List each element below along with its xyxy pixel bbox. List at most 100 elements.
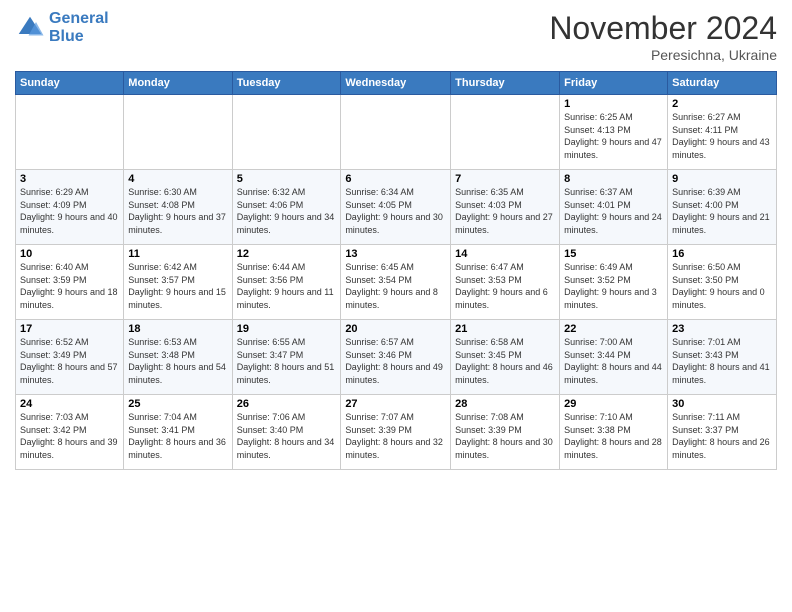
calendar-cell: 21Sunrise: 6:58 AM Sunset: 3:45 PM Dayli…: [451, 320, 560, 395]
calendar-cell: 26Sunrise: 7:06 AM Sunset: 3:40 PM Dayli…: [232, 395, 341, 470]
day-info: Sunrise: 7:10 AM Sunset: 3:38 PM Dayligh…: [564, 411, 663, 461]
day-info: Sunrise: 7:03 AM Sunset: 3:42 PM Dayligh…: [20, 411, 119, 461]
day-number: 6: [345, 173, 446, 185]
day-number: 2: [672, 98, 772, 110]
calendar-cell: 7Sunrise: 6:35 AM Sunset: 4:03 PM Daylig…: [451, 170, 560, 245]
day-number: 20: [345, 323, 446, 335]
calendar-cell: 11Sunrise: 6:42 AM Sunset: 3:57 PM Dayli…: [124, 245, 232, 320]
calendar-cell: 13Sunrise: 6:45 AM Sunset: 3:54 PM Dayli…: [341, 245, 451, 320]
day-number: 18: [128, 323, 227, 335]
day-number: 1: [564, 98, 663, 110]
calendar-cell: 18Sunrise: 6:53 AM Sunset: 3:48 PM Dayli…: [124, 320, 232, 395]
day-info: Sunrise: 6:29 AM Sunset: 4:09 PM Dayligh…: [20, 186, 119, 236]
day-info: Sunrise: 6:37 AM Sunset: 4:01 PM Dayligh…: [564, 186, 663, 236]
calendar-cell: [451, 95, 560, 170]
header: General Blue November 2024 Peresichna, U…: [15, 10, 777, 63]
day-info: Sunrise: 6:57 AM Sunset: 3:46 PM Dayligh…: [345, 336, 446, 386]
day-number: 15: [564, 248, 663, 260]
month-title: November 2024: [549, 10, 777, 47]
calendar-cell: 3Sunrise: 6:29 AM Sunset: 4:09 PM Daylig…: [16, 170, 124, 245]
calendar-cell: [16, 95, 124, 170]
calendar-week-1: 3Sunrise: 6:29 AM Sunset: 4:09 PM Daylig…: [16, 170, 777, 245]
day-number: 3: [20, 173, 119, 185]
day-info: Sunrise: 6:39 AM Sunset: 4:00 PM Dayligh…: [672, 186, 772, 236]
title-block: November 2024 Peresichna, Ukraine: [549, 10, 777, 63]
calendar-cell: 12Sunrise: 6:44 AM Sunset: 3:56 PM Dayli…: [232, 245, 341, 320]
day-info: Sunrise: 6:58 AM Sunset: 3:45 PM Dayligh…: [455, 336, 555, 386]
logo: General Blue: [15, 10, 109, 45]
calendar-week-2: 10Sunrise: 6:40 AM Sunset: 3:59 PM Dayli…: [16, 245, 777, 320]
calendar-cell: 9Sunrise: 6:39 AM Sunset: 4:00 PM Daylig…: [668, 170, 777, 245]
calendar-cell: 30Sunrise: 7:11 AM Sunset: 3:37 PM Dayli…: [668, 395, 777, 470]
day-number: 26: [237, 398, 337, 410]
page: General Blue November 2024 Peresichna, U…: [0, 0, 792, 612]
day-number: 11: [128, 248, 227, 260]
day-info: Sunrise: 6:50 AM Sunset: 3:50 PM Dayligh…: [672, 261, 772, 311]
day-number: 9: [672, 173, 772, 185]
calendar-cell: 25Sunrise: 7:04 AM Sunset: 3:41 PM Dayli…: [124, 395, 232, 470]
day-info: Sunrise: 7:06 AM Sunset: 3:40 PM Dayligh…: [237, 411, 337, 461]
calendar: Sunday Monday Tuesday Wednesday Thursday…: [15, 71, 777, 470]
day-number: 28: [455, 398, 555, 410]
calendar-cell: 22Sunrise: 7:00 AM Sunset: 3:44 PM Dayli…: [560, 320, 668, 395]
day-info: Sunrise: 6:25 AM Sunset: 4:13 PM Dayligh…: [564, 111, 663, 161]
day-number: 17: [20, 323, 119, 335]
day-number: 24: [20, 398, 119, 410]
day-info: Sunrise: 7:04 AM Sunset: 3:41 PM Dayligh…: [128, 411, 227, 461]
day-info: Sunrise: 6:55 AM Sunset: 3:47 PM Dayligh…: [237, 336, 337, 386]
day-number: 12: [237, 248, 337, 260]
day-info: Sunrise: 7:08 AM Sunset: 3:39 PM Dayligh…: [455, 411, 555, 461]
logo-line2: Blue: [49, 28, 84, 45]
calendar-cell: 20Sunrise: 6:57 AM Sunset: 3:46 PM Dayli…: [341, 320, 451, 395]
day-info: Sunrise: 6:53 AM Sunset: 3:48 PM Dayligh…: [128, 336, 227, 386]
calendar-cell: 23Sunrise: 7:01 AM Sunset: 3:43 PM Dayli…: [668, 320, 777, 395]
header-saturday: Saturday: [668, 72, 777, 95]
day-number: 14: [455, 248, 555, 260]
day-info: Sunrise: 6:27 AM Sunset: 4:11 PM Dayligh…: [672, 111, 772, 161]
header-thursday: Thursday: [451, 72, 560, 95]
day-number: 13: [345, 248, 446, 260]
calendar-cell: 8Sunrise: 6:37 AM Sunset: 4:01 PM Daylig…: [560, 170, 668, 245]
calendar-week-4: 24Sunrise: 7:03 AM Sunset: 3:42 PM Dayli…: [16, 395, 777, 470]
day-info: Sunrise: 6:40 AM Sunset: 3:59 PM Dayligh…: [20, 261, 119, 311]
logo-icon: [15, 13, 45, 43]
day-info: Sunrise: 7:01 AM Sunset: 3:43 PM Dayligh…: [672, 336, 772, 386]
day-number: 19: [237, 323, 337, 335]
day-number: 8: [564, 173, 663, 185]
day-number: 16: [672, 248, 772, 260]
day-info: Sunrise: 6:35 AM Sunset: 4:03 PM Dayligh…: [455, 186, 555, 236]
header-monday: Monday: [124, 72, 232, 95]
calendar-cell: 19Sunrise: 6:55 AM Sunset: 3:47 PM Dayli…: [232, 320, 341, 395]
calendar-cell: 5Sunrise: 6:32 AM Sunset: 4:06 PM Daylig…: [232, 170, 341, 245]
day-info: Sunrise: 6:49 AM Sunset: 3:52 PM Dayligh…: [564, 261, 663, 311]
day-info: Sunrise: 6:45 AM Sunset: 3:54 PM Dayligh…: [345, 261, 446, 311]
day-number: 5: [237, 173, 337, 185]
calendar-cell: 6Sunrise: 6:34 AM Sunset: 4:05 PM Daylig…: [341, 170, 451, 245]
logo-line1: General: [49, 10, 109, 27]
calendar-cell: [341, 95, 451, 170]
calendar-cell: 27Sunrise: 7:07 AM Sunset: 3:39 PM Dayli…: [341, 395, 451, 470]
day-number: 10: [20, 248, 119, 260]
header-friday: Friday: [560, 72, 668, 95]
calendar-cell: [232, 95, 341, 170]
day-number: 22: [564, 323, 663, 335]
calendar-cell: 1Sunrise: 6:25 AM Sunset: 4:13 PM Daylig…: [560, 95, 668, 170]
day-number: 21: [455, 323, 555, 335]
day-info: Sunrise: 7:00 AM Sunset: 3:44 PM Dayligh…: [564, 336, 663, 386]
day-info: Sunrise: 6:32 AM Sunset: 4:06 PM Dayligh…: [237, 186, 337, 236]
day-info: Sunrise: 6:47 AM Sunset: 3:53 PM Dayligh…: [455, 261, 555, 311]
calendar-cell: 16Sunrise: 6:50 AM Sunset: 3:50 PM Dayli…: [668, 245, 777, 320]
calendar-cell: 14Sunrise: 6:47 AM Sunset: 3:53 PM Dayli…: [451, 245, 560, 320]
day-info: Sunrise: 6:42 AM Sunset: 3:57 PM Dayligh…: [128, 261, 227, 311]
calendar-header-row: Sunday Monday Tuesday Wednesday Thursday…: [16, 72, 777, 95]
calendar-cell: 2Sunrise: 6:27 AM Sunset: 4:11 PM Daylig…: [668, 95, 777, 170]
day-number: 30: [672, 398, 772, 410]
calendar-week-3: 17Sunrise: 6:52 AM Sunset: 3:49 PM Dayli…: [16, 320, 777, 395]
day-number: 23: [672, 323, 772, 335]
header-wednesday: Wednesday: [341, 72, 451, 95]
calendar-week-0: 1Sunrise: 6:25 AM Sunset: 4:13 PM Daylig…: [16, 95, 777, 170]
header-sunday: Sunday: [16, 72, 124, 95]
calendar-cell: 17Sunrise: 6:52 AM Sunset: 3:49 PM Dayli…: [16, 320, 124, 395]
logo-text: General Blue: [49, 10, 109, 45]
day-info: Sunrise: 6:34 AM Sunset: 4:05 PM Dayligh…: [345, 186, 446, 236]
